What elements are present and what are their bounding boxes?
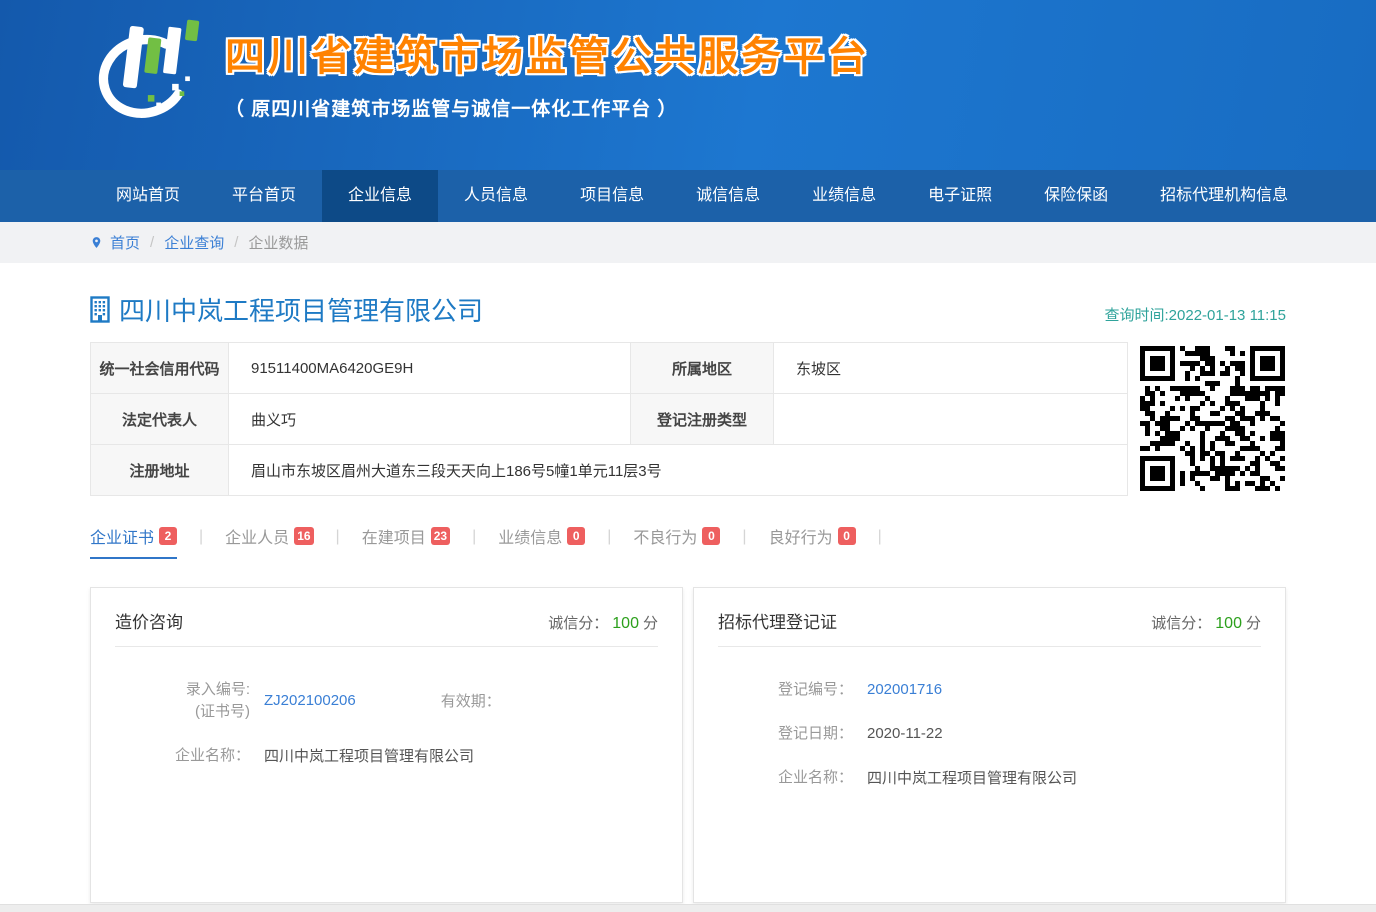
score-unit: 分 [643, 615, 658, 632]
card-title: 招标代理登记证 [718, 608, 837, 633]
site-title: 四川省建筑市场监管公共服务平台 [225, 24, 870, 82]
company-title: 四川中岚工程项目管理有限公司 [90, 291, 483, 328]
bidding-agency-card: 招标代理登记证 诚信分：100分 登记编号： 202001716 登记日期： 2… [693, 587, 1286, 903]
tab-label: 不良行为 [633, 524, 697, 548]
score-label: 诚信分： [548, 615, 608, 632]
credit-code-label: 统一社会信用代码 [91, 343, 229, 394]
breadcrumb-separator: / [234, 234, 238, 251]
score-value: 100 [1215, 615, 1242, 632]
company-name-label: 企业名称： [145, 745, 250, 767]
integrity-score: 诚信分：100分 [1151, 612, 1261, 633]
registration-date-value: 2020-11-22 [867, 725, 943, 742]
qr-code [1140, 346, 1285, 491]
tab-good-behavior[interactable]: 良好行为 0 [769, 524, 856, 559]
tab-count-badge: 0 [702, 527, 720, 545]
nav-item-bidding-agency-info[interactable]: 招标代理机构信息 [1134, 170, 1314, 222]
breadcrumb-separator: / [150, 234, 154, 251]
breadcrumb-query-link[interactable]: 企业查询 [164, 232, 224, 253]
address-label: 注册地址 [91, 445, 229, 496]
tab-separator: | [199, 528, 203, 555]
tab-label: 业绩信息 [498, 524, 562, 548]
location-pin-icon [90, 234, 103, 251]
platform-logo [90, 8, 202, 133]
company-name: 四川中岚工程项目管理有限公司 [119, 291, 483, 328]
query-time: 查询时间:2022-01-13 11:15 [1105, 304, 1287, 328]
main-nav: 网站首页 平台首页 企业信息 人员信息 项目信息 诚信信息 业绩信息 电子证照 … [0, 170, 1376, 222]
address-value: 眉山市东坡区眉州大道东三段天天向上186号5幢1单元11层3号 [229, 445, 1128, 496]
table-row: 注册地址 眉山市东坡区眉州大道东三段天天向上186号5幢1单元11层3号 [91, 445, 1128, 496]
validity-label: 有效期： [441, 690, 501, 711]
cert-tabs: 企业证书 2 | 企业人员 16 | 在建项目 23 | 业绩信息 0 | 不良… [90, 524, 1286, 559]
card-title: 造价咨询 [115, 608, 183, 633]
nav-item-e-certificate[interactable]: 电子证照 [902, 170, 1018, 222]
reg-type-value [774, 394, 1128, 445]
tab-performance-info[interactable]: 业绩信息 0 [498, 524, 585, 559]
tab-enterprise-certificates[interactable]: 企业证书 2 [90, 524, 177, 559]
tab-separator: | [742, 528, 746, 555]
tab-projects-in-progress[interactable]: 在建项目 23 [362, 524, 450, 559]
footer-strip [0, 904, 1376, 912]
tab-enterprise-personnel[interactable]: 企业人员 16 [225, 524, 313, 559]
building-icon [90, 296, 113, 323]
tab-separator: | [878, 528, 882, 555]
platform-logo-icon [90, 8, 202, 128]
nav-item-enterprise-info[interactable]: 企业信息 [322, 170, 438, 222]
company-name-label: 企业名称： [748, 767, 853, 789]
tab-count-badge: 0 [838, 527, 856, 545]
region-label: 所属地区 [631, 343, 774, 394]
score-unit: 分 [1246, 615, 1261, 632]
site-subtitle: （ 原四川省建筑市场监管与诚信一体化工作平台 ） [225, 94, 870, 121]
tab-count-badge: 23 [431, 527, 450, 545]
tab-bad-behavior[interactable]: 不良行为 0 [633, 524, 720, 559]
tab-count-badge: 16 [294, 527, 313, 545]
reg-type-label: 登记注册类型 [631, 394, 774, 445]
registration-date-label: 登记日期： [748, 723, 853, 745]
breadcrumb-current: 企业数据 [248, 232, 308, 253]
nav-item-site-home[interactable]: 网站首页 [90, 170, 206, 222]
tab-label: 在建项目 [362, 524, 426, 548]
tab-separator: | [336, 528, 340, 555]
table-row: 法定代表人 曲义巧 登记注册类型 [91, 394, 1128, 445]
region-value: 东坡区 [774, 343, 1128, 394]
breadcrumb: 首页 / 企业查询 / 企业数据 [90, 222, 1286, 263]
nav-item-integrity-info[interactable]: 诚信信息 [670, 170, 786, 222]
table-row: 统一社会信用代码 91511400MA6420GE9H 所属地区 东坡区 [91, 343, 1128, 394]
legal-rep-label: 法定代表人 [91, 394, 229, 445]
nav-item-insurance-guarantee[interactable]: 保险保函 [1018, 170, 1134, 222]
nav-item-platform-home[interactable]: 平台首页 [206, 170, 322, 222]
certificate-cards: 造价咨询 诚信分：100分 录入编号:(证书号) ZJ202100206 有效期… [90, 587, 1286, 903]
tab-separator: | [607, 528, 611, 555]
tab-label: 企业人员 [225, 524, 289, 548]
tab-label: 良好行为 [769, 524, 833, 548]
tab-count-badge: 0 [567, 527, 585, 545]
tab-label: 企业证书 [90, 524, 154, 548]
tab-count-badge: 2 [159, 527, 177, 545]
nav-item-personnel-info[interactable]: 人员信息 [438, 170, 554, 222]
legal-rep-value: 曲义巧 [229, 394, 631, 445]
tab-separator: | [472, 528, 476, 555]
site-header: 四川省建筑市场监管公共服务平台 （ 原四川省建筑市场监管与诚信一体化工作平台 ） [0, 0, 1376, 170]
company-info-table: 统一社会信用代码 91511400MA6420GE9H 所属地区 东坡区 法定代… [90, 342, 1128, 496]
company-name-value: 四川中岚工程项目管理有限公司 [867, 767, 1077, 788]
registration-number-link[interactable]: 202001716 [867, 681, 942, 698]
entry-number-label: 录入编号:(证书号) [145, 679, 250, 723]
main-content: 四川中岚工程项目管理有限公司 查询时间:2022-01-13 11:15 统一社… [90, 291, 1286, 903]
score-label: 诚信分： [1151, 615, 1211, 632]
cost-consulting-card: 造价咨询 诚信分：100分 录入编号:(证书号) ZJ202100206 有效期… [90, 587, 683, 903]
nav-item-performance-info[interactable]: 业绩信息 [786, 170, 902, 222]
integrity-score: 诚信分：100分 [548, 612, 658, 633]
nav-item-project-info[interactable]: 项目信息 [554, 170, 670, 222]
breadcrumb-bar: 首页 / 企业查询 / 企业数据 [0, 222, 1376, 263]
score-value: 100 [612, 615, 639, 632]
credit-code-value: 91511400MA6420GE9H [229, 343, 631, 394]
certificate-number-link[interactable]: ZJ202100206 [264, 692, 356, 709]
company-name-value: 四川中岚工程项目管理有限公司 [264, 745, 474, 766]
breadcrumb-home-link[interactable]: 首页 [110, 232, 140, 253]
registration-number-label: 登记编号： [748, 679, 853, 701]
